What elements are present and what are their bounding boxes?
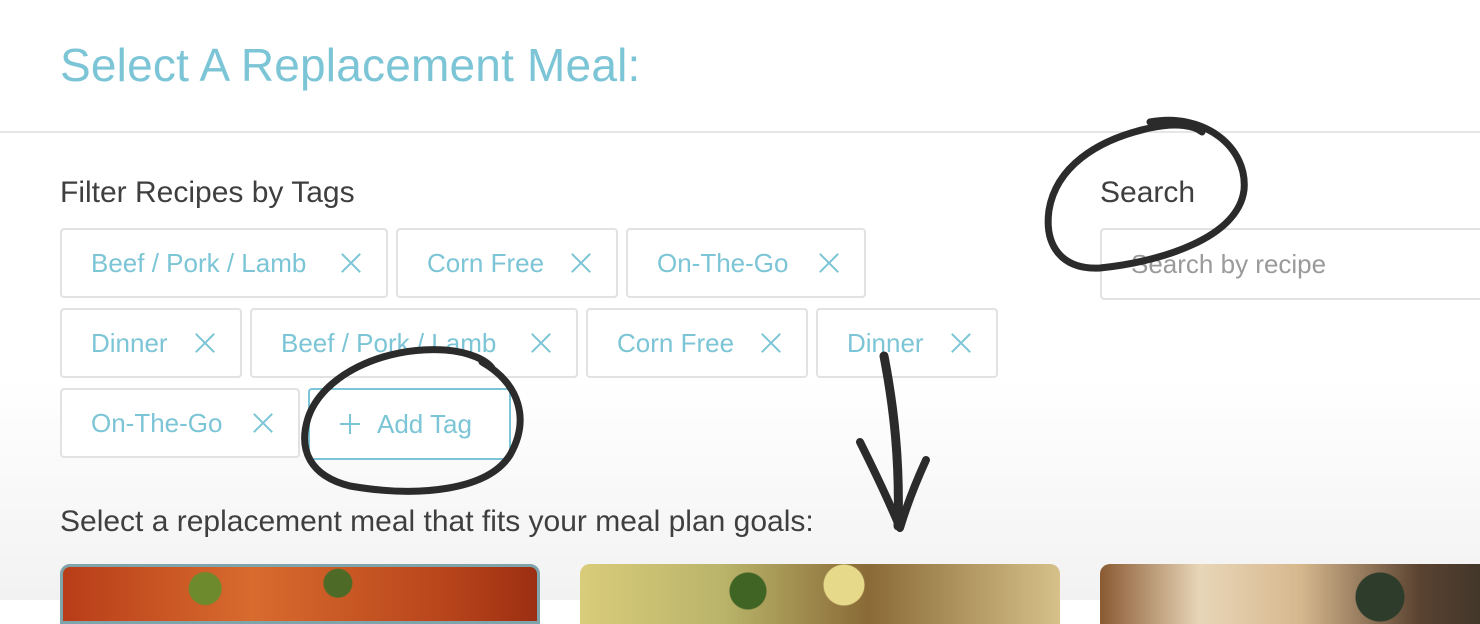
tag-label: Dinner [91,327,168,358]
close-icon[interactable] [760,332,782,354]
tag-label: Corn Free [617,327,735,358]
tag-chip: Corn Free [586,308,808,378]
tag-label: On-The-Go [657,247,789,278]
add-tag-button[interactable]: Add Tag [308,388,511,460]
close-icon[interactable] [818,252,840,274]
recipe-card[interactable] [580,564,1060,624]
tag-label: Corn Free [427,247,545,278]
close-icon[interactable] [340,252,362,274]
tag-chip: Dinner [816,308,998,378]
tag-chip: On-The-Go [60,388,300,458]
close-icon[interactable] [530,332,552,354]
recipe-card[interactable] [1100,564,1480,624]
tag-chip: Beef / Pork / Lamb [60,228,388,298]
close-icon[interactable] [252,412,274,434]
tag-label: Beef / Pork / Lamb [281,327,497,358]
close-icon[interactable] [570,252,592,274]
tag-chip: Dinner [60,308,242,378]
results-label: Select a replacement meal that fits your… [60,505,814,538]
tag-label: On-The-Go [91,407,223,438]
add-tag-label: Add Tag [377,408,472,439]
page-title: Select A Replacement Meal: [60,39,641,91]
tag-chip: Beef / Pork / Lamb [250,308,578,378]
filter-label: Filter Recipes by Tags [60,176,355,209]
close-icon[interactable] [194,332,216,354]
tag-chip: On-The-Go [626,228,866,298]
search-label: Search [1100,176,1196,209]
tag-label: Dinner [847,327,924,358]
recipe-card[interactable] [60,564,540,624]
plus-icon [340,414,360,434]
annotation-arrowhead [856,438,930,532]
tag-label: Beef / Pork / Lamb [91,247,307,278]
tag-chip: Corn Free [396,228,618,298]
page-header: Select A Replacement Meal: [0,0,1480,133]
close-icon[interactable] [950,332,972,354]
annotation-arrow-icon [879,351,903,531]
search-input[interactable] [1100,228,1480,300]
